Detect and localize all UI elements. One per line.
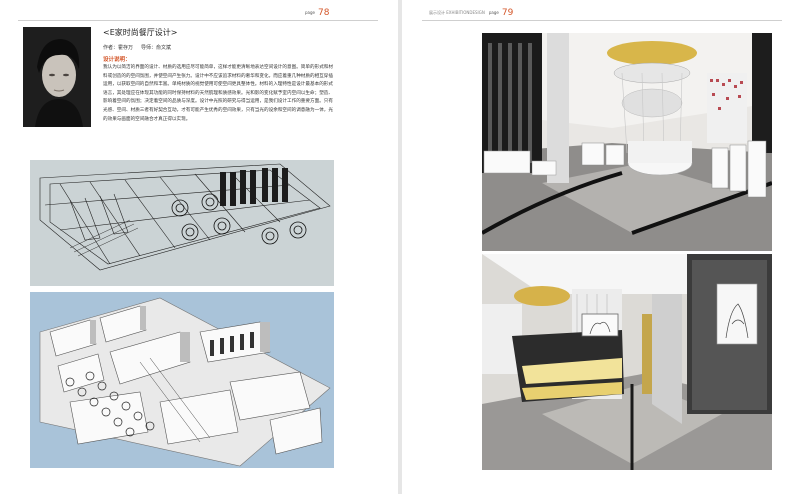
left-page: page 78 <E家时尚餐厅设计> 作者：霍存万 导师：俞文斌 设计说明： 我认为… [0,0,398,494]
right-page: 展示设计 EXHIBITIONDESIGN page 79 [402,0,800,494]
description-label: 设计说明： [103,57,131,63]
description-text: 我认为以简洁的界面的设计、材质的选用应尽可能简单，这样才能更清晰地表达空间设计的… [103,65,333,122]
header-rule [422,20,782,21]
page-number-left: page 78 [305,8,329,18]
author-line: 作者：霍存万 导师：俞文斌 [103,44,179,51]
page-label: page [305,10,315,15]
page-label: page [488,10,499,15]
page-number: 79 [501,8,514,18]
header-rule [18,20,378,21]
author-portrait [23,27,91,127]
page-number: 78 [318,8,330,18]
section-label: 展示设计 EXHIBITIONDESIGN [429,9,485,15]
corridor-render [482,254,772,470]
3d-plan-model-image [30,292,334,468]
project-title: <E家时尚餐厅设计> [103,28,178,37]
author-name: 作者：霍存万 [103,45,134,51]
advisor-name: 导师：俞文斌 [141,45,172,51]
wireframe-model-image [30,160,334,286]
page-number-right: 展示设计 EXHIBITIONDESIGN page 79 [429,8,513,18]
dining-hall-render [482,33,772,251]
